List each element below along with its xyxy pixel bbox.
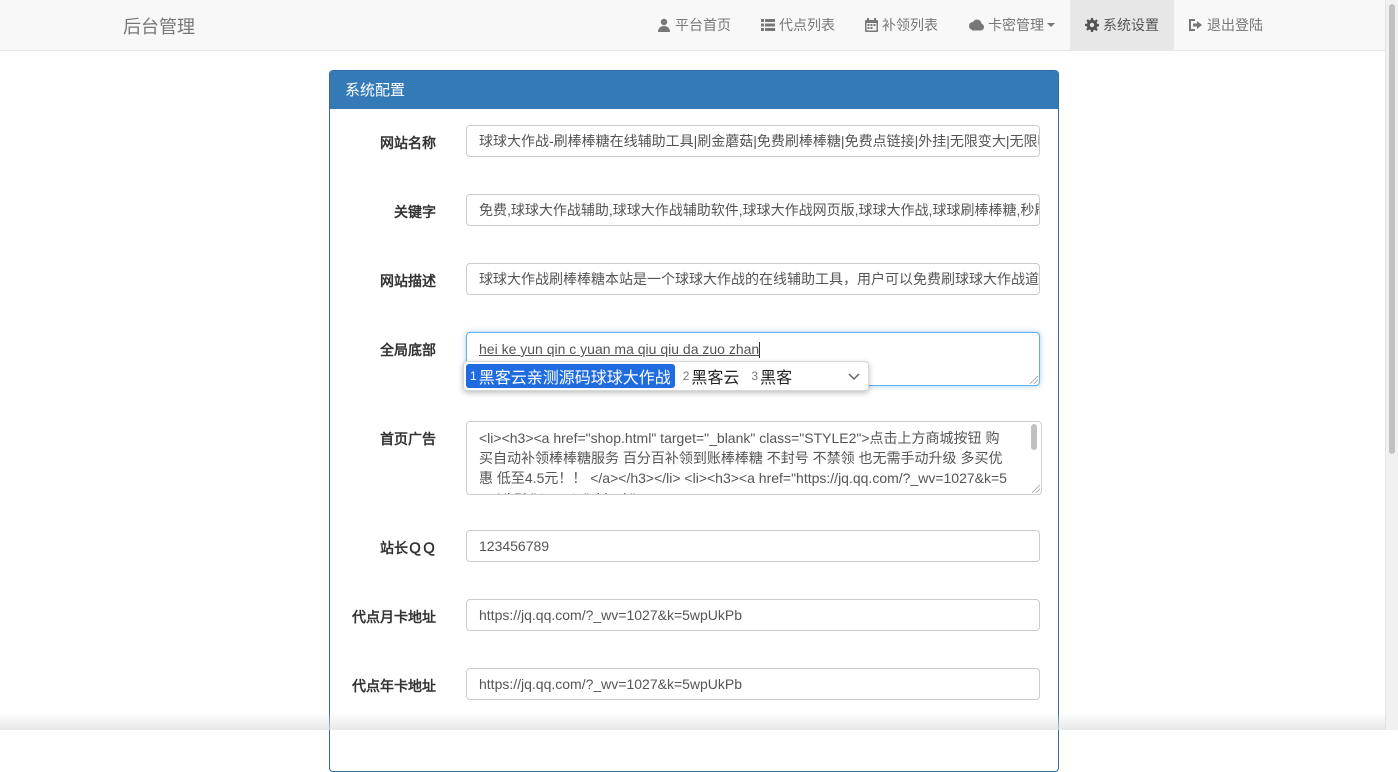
site-name-label: 网站名称 [380,135,436,151]
qq-label: 站长ＱＱ [380,540,436,556]
keywords-label: 关键字 [394,204,436,220]
qq-input[interactable]: 123456789 [466,530,1040,562]
logout-icon [1189,19,1202,31]
nav-logout[interactable]: 退出登陆 [1174,0,1386,50]
gear-icon [1085,18,1099,32]
nav-cards-label: 卡密管理 [988,17,1044,33]
description-input[interactable]: 球球大作战刷棒棒糖本站是一个球球大作战的在线辅助工具，用户可以免费刷球球大作战道… [466,263,1040,295]
system-config-panel: 系统配置 网站名称 球球大作战-刷棒棒糖在线辅助工具|刷金蘑菇|免费刷棒棒糖|免… [329,70,1059,772]
nav-home[interactable]: 平台首页 [642,0,746,50]
year-url-input[interactable]: https://jq.qq.com/?_wv=1027&k=5wpUkPb [466,668,1040,700]
ime-candidate-3[interactable]: 3 黑客 [747,364,796,388]
calendar-icon [865,18,878,32]
resize-handle-icon[interactable] [1032,485,1040,493]
nav-list2-label: 补领列表 [882,17,938,33]
nav-settings-label: 系统设置 [1103,17,1159,33]
list-icon [761,19,775,31]
page-scrollbar[interactable] [1385,0,1398,730]
cloud-icon [969,19,984,31]
ad-label: 首页广告 [380,431,436,447]
year-url-label: 代点年卡地址 [352,678,436,694]
nav-cards-dropdown[interactable]: 卡密管理 [953,0,1070,50]
bottom-shadow [0,712,1386,730]
site-name-input[interactable]: 球球大作战-刷棒棒糖在线辅助工具|刷金蘑菇|免费刷棒棒糖|免费点链接|外挂|无限… [466,125,1040,157]
nav-list1[interactable]: 代点列表 [746,0,850,50]
description-label: 网站描述 [380,273,436,289]
month-url-label: 代点月卡地址 [352,609,436,625]
page-scrollbar-thumb[interactable] [1389,4,1395,454]
resize-handle-icon[interactable] [1030,376,1038,384]
nav-list2[interactable]: 补领列表 [850,0,953,50]
ime-composition-text: hei ke yun qin c yuan ma qiu qiu da zuo … [479,341,760,357]
ime-candidate-1[interactable]: 1 黑客云亲测源码球球大作战 [466,364,675,388]
ad-textarea-scrollbar[interactable] [1029,424,1039,492]
nav-home-label: 平台首页 [675,17,731,33]
user-icon [658,18,670,32]
keywords-input[interactable]: 免费,球球大作战辅助,球球大作战辅助软件,球球大作战网页版,球球大作战,球球刷棒… [466,194,1040,226]
footer-label: 全局底部 [380,342,436,358]
brand-title[interactable]: 后台管理 [123,13,195,39]
ime-candidate-2[interactable]: 2 黑客云 [679,364,744,388]
ime-candidate-bar: 1 黑客云亲测源码球球大作战 2 黑客云 3 黑客 [463,361,869,391]
month-url-input[interactable]: https://jq.qq.com/?_wv=1027&k=5wpUkPb [466,599,1040,631]
top-navbar: 后台管理 平台首页 代点列表 补领列表 卡密管理 系统设置 退出登陆 [0,0,1386,51]
chevron-down-icon[interactable] [848,370,860,382]
main-nav: 平台首页 代点列表 补领列表 卡密管理 系统设置 退出登陆 [642,0,1386,50]
nav-settings[interactable]: 系统设置 [1070,0,1174,50]
caret-down-icon [1047,23,1055,27]
text-cursor [759,342,761,359]
ad-textarea[interactable]: <li><h3><a href="shop.html" target="_bla… [466,421,1042,495]
nav-logout-label: 退出登陆 [1207,17,1263,33]
panel-title: 系统配置 [330,71,1058,109]
nav-list1-label: 代点列表 [779,17,835,33]
ad-textarea-content: <li><h3><a href="shop.html" target="_bla… [479,430,1007,494]
